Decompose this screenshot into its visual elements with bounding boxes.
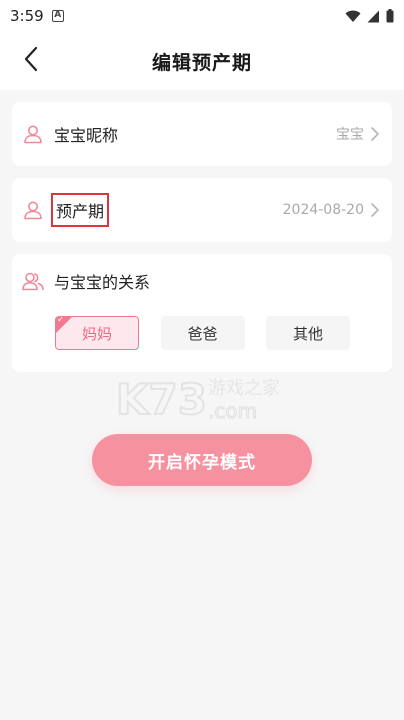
due-date-value: 2024-08-20 <box>282 202 364 218</box>
relation-option-father[interactable]: 爸爸 <box>160 316 245 350</box>
people-icon <box>22 270 44 292</box>
person-icon <box>22 199 44 221</box>
check-icon: ✓ <box>57 316 65 325</box>
notification-a-icon: A <box>51 10 64 22</box>
relation-option-mother[interactable]: ✓ 妈妈 <box>55 316 139 350</box>
signal-icon <box>367 10 380 23</box>
content-area: 宝宝昵称 宝宝 预产期 2024-08-20 与宝宝的关系 ✓ 妈妈 爸爸 其他… <box>0 90 404 720</box>
battery-icon <box>386 9 394 23</box>
due-date-row[interactable]: 预产期 2024-08-20 <box>12 178 392 242</box>
relation-options: ✓ 妈妈 爸爸 其他 <box>22 316 382 350</box>
watermark-brand: K73 <box>116 375 207 424</box>
nickname-row[interactable]: 宝宝昵称 宝宝 <box>12 102 392 166</box>
nickname-label: 宝宝昵称 <box>54 126 119 145</box>
watermark-domain: .com <box>208 399 257 423</box>
chevron-right-icon <box>370 201 382 219</box>
watermark-logo: K73 游戏之家 .com <box>115 370 296 430</box>
relation-label: 与宝宝的关系 <box>54 273 151 292</box>
app-header: 编辑预产期 <box>0 32 404 90</box>
status-bar: 3:59 A <box>0 0 404 32</box>
watermark-cn: 游戏之家 <box>208 378 280 399</box>
chevron-left-icon <box>24 46 38 76</box>
chevron-right-icon <box>370 125 382 143</box>
relation-header: 与宝宝的关系 <box>22 264 382 298</box>
status-indicators <box>345 9 394 23</box>
relation-option-label: 爸爸 <box>187 324 218 343</box>
page-title: 编辑预产期 <box>151 51 252 74</box>
relation-option-other[interactable]: 其他 <box>266 316 350 350</box>
start-pregnancy-mode-button[interactable]: 开启怀孕模式 <box>92 434 312 486</box>
due-date-label: 预产期 <box>51 193 110 227</box>
back-button[interactable] <box>14 44 48 78</box>
status-time: 3:59 <box>10 7 44 25</box>
nickname-value: 宝宝 <box>336 127 364 143</box>
wifi-icon <box>345 10 361 23</box>
person-icon <box>22 123 44 145</box>
relation-option-label: 其他 <box>292 324 323 343</box>
relation-option-label: 妈妈 <box>81 324 112 343</box>
relation-card: 与宝宝的关系 ✓ 妈妈 爸爸 其他 <box>12 254 392 372</box>
